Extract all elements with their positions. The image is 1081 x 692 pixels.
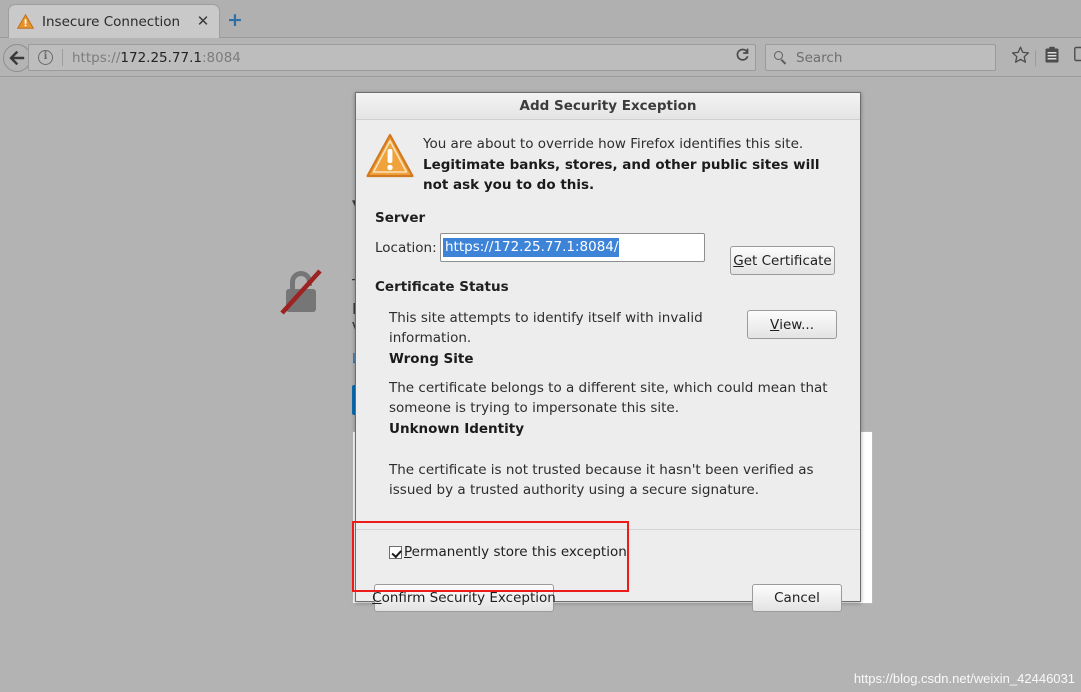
view-button-label: iew...	[779, 316, 814, 333]
url-host: 172.25.77.1	[120, 49, 202, 66]
dialog-body: You are about to override how Firefox id…	[356, 120, 860, 612]
warning-triangle-icon	[366, 133, 414, 179]
browser-tab-insecure-connection[interactable]: Insecure Connection ✕	[8, 4, 220, 38]
status-description: This site attempts to identify itself wi…	[389, 310, 703, 347]
dialog-warning-row: You are about to override how Firefox id…	[356, 120, 860, 195]
server-heading: Server	[375, 210, 426, 227]
certificate-paragraph-1: The certificate belongs to a different s…	[389, 378, 849, 439]
dialog-intro-line: You are about to override how Firefox id…	[423, 136, 804, 152]
permanently-store-label: Permanently store this exception	[404, 544, 627, 560]
certificate-paragraph-2: The certificate is not trusted because i…	[389, 462, 814, 499]
certificate-status-heading: Certificate Status	[375, 279, 509, 296]
tab-title: Insecure Connection	[42, 13, 181, 30]
new-tab-button[interactable]: +	[224, 10, 246, 32]
confirm-security-exception-button[interactable]: Confirm Security Exception	[372, 584, 556, 612]
navigation-toolbar: i https://172.25.77.1:8084 Search	[0, 38, 1081, 77]
location-input-value: https://172.25.77.1:8084/	[443, 238, 620, 258]
url-scheme: https://	[72, 49, 121, 66]
screenshot-root: Insecure Connection ✕ + i https://172.25…	[0, 0, 1081, 692]
certificate-status-text: This site attempts to identify itself wi…	[389, 308, 719, 369]
view-button-accel: V	[770, 316, 780, 333]
url-divider	[62, 49, 63, 66]
dialog-warning-text: You are about to override how Firefox id…	[423, 133, 844, 195]
status-title: Wrong Site	[389, 350, 474, 367]
location-label: Location:	[375, 239, 437, 256]
get-certificate-button[interactable]: Get Certificate	[730, 246, 835, 275]
permanently-store-accel: P	[404, 544, 412, 560]
bookmark-star-icon[interactable]	[1008, 46, 1032, 70]
permanently-store-row[interactable]: Permanently store this exception	[389, 544, 627, 560]
close-icon[interactable]: ✕	[195, 13, 211, 30]
view-certificate-button[interactable]: View...	[747, 310, 837, 339]
url-text: https://172.25.77.1:8084	[72, 50, 755, 66]
dialog-separator	[356, 529, 860, 530]
confirm-button-label: onfirm Security Exception	[381, 590, 556, 606]
add-security-exception-dialog: Add Security Exception You are about to …	[355, 92, 861, 612]
confirm-button-accel: C	[372, 590, 382, 606]
url-port: :8084	[201, 49, 241, 66]
url-bar[interactable]: i https://172.25.77.1:8084	[28, 44, 756, 71]
paragraph-1-title: Unknown Identity	[389, 420, 525, 437]
get-certificate-accel: G	[733, 252, 744, 269]
sidebar-icon[interactable]	[1070, 46, 1081, 70]
tab-strip: Insecure Connection ✕ +	[0, 0, 1081, 38]
broken-lock-icon	[278, 268, 324, 318]
search-bar[interactable]: Search	[765, 44, 996, 71]
warning-triangle-icon	[16, 13, 35, 29]
reload-icon[interactable]	[727, 45, 757, 70]
back-button[interactable]	[3, 44, 31, 72]
location-input[interactable]: https://172.25.77.1:8084/	[440, 233, 705, 263]
dialog-title: Add Security Exception	[356, 93, 860, 120]
permanently-store-rest: ermanently store this exception	[411, 544, 627, 560]
toolbar-divider	[1035, 50, 1036, 66]
paragraph-1-text: The certificate belongs to a different s…	[389, 380, 828, 417]
get-certificate-label: et Certificate	[743, 252, 832, 269]
permanently-store-checkbox[interactable]	[389, 545, 402, 559]
search-icon	[774, 50, 788, 65]
search-placeholder: Search	[796, 49, 843, 66]
site-identity-icon[interactable]: i	[38, 50, 53, 65]
watermark: https://blog.csdn.net/weixin_42446031	[853, 671, 1075, 686]
dialog-intro-bold: Legitimate banks, stores, and other publ…	[423, 157, 820, 193]
cancel-button[interactable]: Cancel	[752, 584, 842, 612]
library-icon[interactable]	[1040, 46, 1064, 70]
